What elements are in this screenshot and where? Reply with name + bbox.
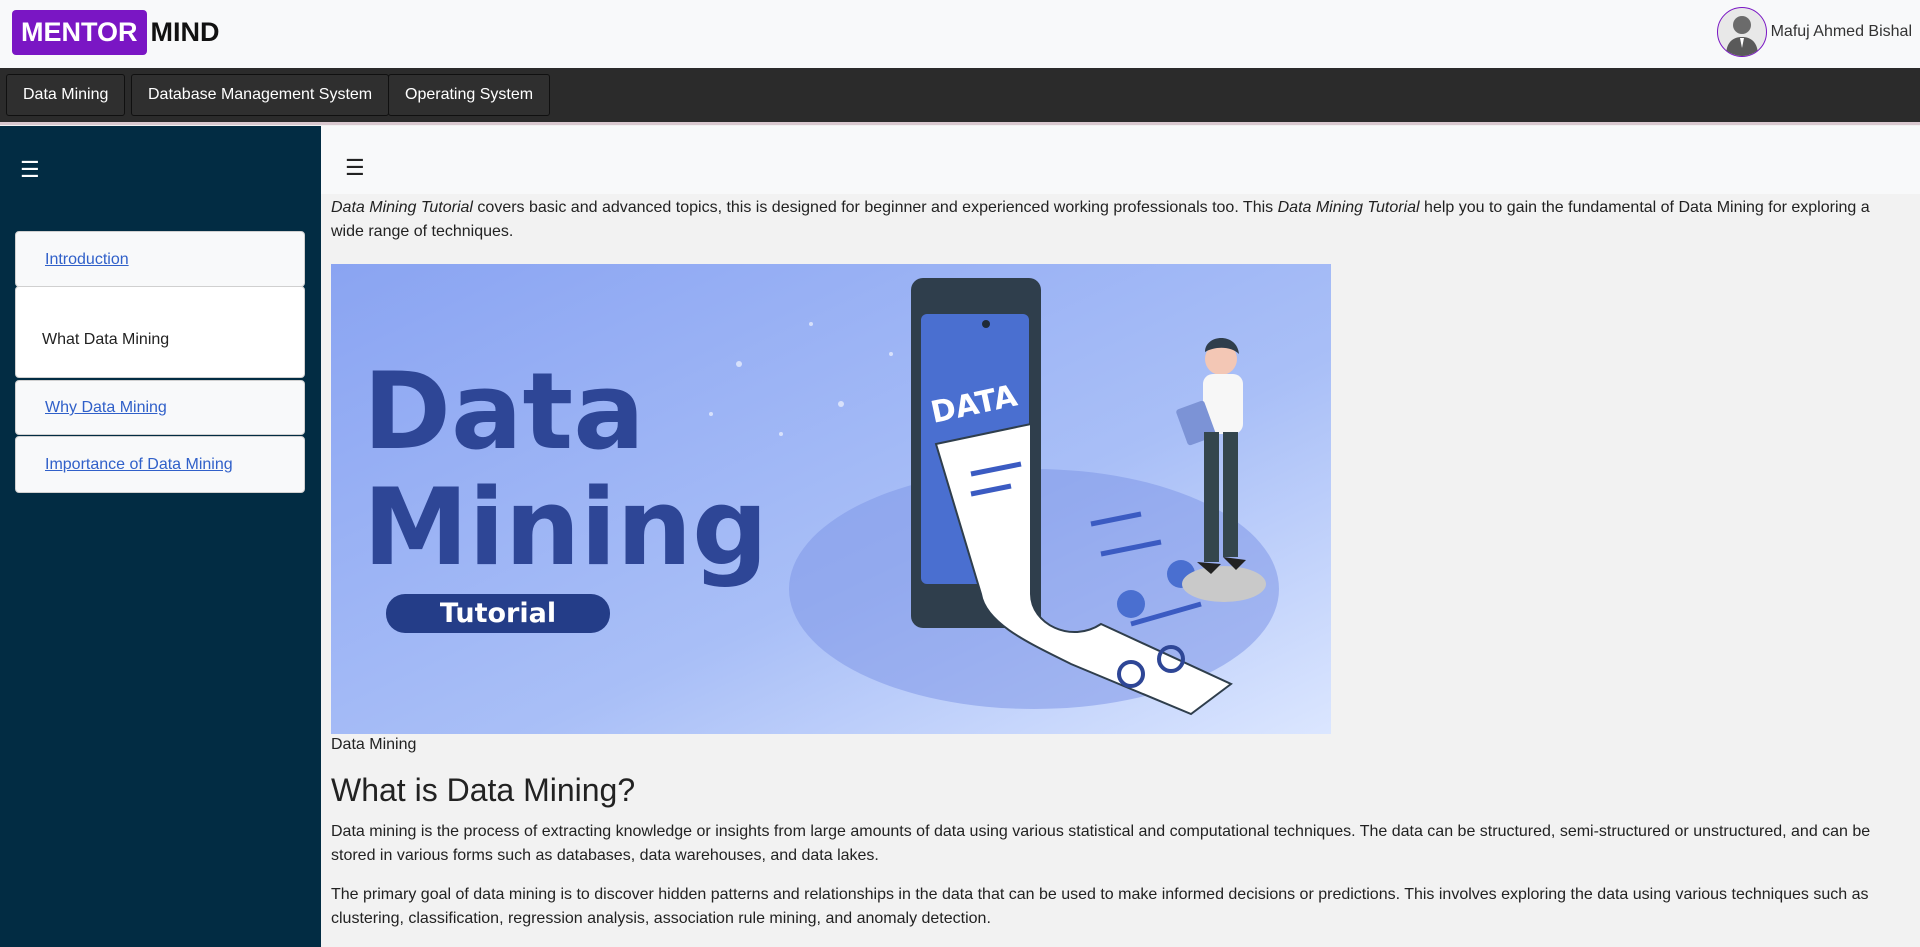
sidebar-item-label: What Data Mining [42,331,170,348]
hero-title-line2: Mining [363,466,768,589]
intro-emphasis: Data Mining Tutorial [331,199,473,216]
sidebar-item-what-data-mining[interactable]: What Data Mining [15,286,305,378]
sidebar: ☰ Introduction What Data Mining Why Data… [0,126,321,947]
user-avatar-icon[interactable] [1716,7,1767,57]
user-profile[interactable]: Mafuj Ahmed Bishal [1716,7,1912,57]
nav-database-management-system[interactable]: Database Management System [131,74,390,116]
hero-title-line1: Data [363,350,645,473]
brand-logo-mentor: MENTOR [12,10,147,55]
paragraph-2: The primary goal of data mining is to di… [331,886,1869,927]
menu-icon[interactable]: ☰ [20,159,40,181]
sidebar-item-importance[interactable]: Importance of Data Mining [15,436,305,493]
section-body: Data mining is the process of extracting… [331,820,1891,931]
nav-data-mining[interactable]: Data Mining [6,74,126,116]
intro-text: Data Mining Tutorial covers basic and ad… [331,196,1891,244]
user-name[interactable]: Mafuj Ahmed Bishal [1771,23,1912,41]
sidebar-item-label[interactable]: Importance of Data Mining [45,456,233,474]
intro-emphasis: Data Mining Tutorial [1277,199,1420,216]
course-nav: Data Mining Database Management System O… [0,68,1920,125]
hero-image: Data Mining Tutorial DATA [331,264,1331,734]
nav-operating-system[interactable]: Operating System [388,74,551,116]
hero-badge: Tutorial [440,598,556,629]
section-heading: What is Data Mining? [331,772,636,808]
sidebar-item-label[interactable]: Introduction [45,251,129,269]
sidebar-item-label[interactable]: Why Data Mining [45,399,167,417]
brand-logo-mind: MIND [150,17,220,47]
brand-logo[interactable]: MENTOR MIND [12,10,220,55]
intro-text-part: covers basic and advanced topics, this i… [472,199,1278,216]
menu-icon[interactable]: ☰ [345,157,365,179]
sidebar-item-why-data-mining[interactable]: Why Data Mining [15,380,305,435]
content-toolbar: ☰ [321,126,1920,194]
app-header: MENTOR MIND Mafuj Ahmed Bishal [0,0,1920,68]
image-caption: Data Mining [331,736,417,753]
paragraph-1: Data mining is the process of extracting… [331,823,1871,864]
sidebar-item-introduction[interactable]: Introduction [15,231,305,287]
